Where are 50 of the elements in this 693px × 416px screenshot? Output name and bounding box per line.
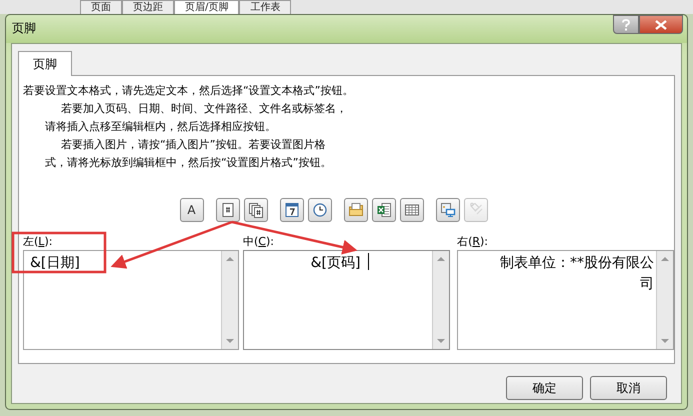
folder-icon [348, 202, 364, 218]
field-label: 中(C): [242, 234, 275, 250]
background-tab[interactable]: 页眉/页脚 [174, 0, 240, 14]
help-icon [621, 18, 631, 30]
scroll-down-icon[interactable] [661, 339, 670, 343]
scroll-up-icon[interactable] [437, 257, 446, 261]
help-button[interactable] [613, 15, 639, 34]
instruction-text: 式，请将光标放到编辑框中，然后按“设置图片格式”按钮。 [44, 155, 332, 171]
spreadsheet-file-icon [376, 202, 392, 218]
instruction-text: 若要插入图片，请按“插入图片”按钮。若要设置图片格 [60, 137, 326, 153]
text-area[interactable]: &[页码] [242, 250, 450, 350]
sheet-name-button[interactable] [400, 198, 424, 222]
cancel-button[interactable]: 取消 [590, 376, 667, 400]
scroll-down-icon[interactable] [226, 339, 234, 343]
text-area[interactable]: 制表单位：**股份有限公司 [457, 250, 674, 350]
close-icon [655, 20, 667, 30]
scroll-up-icon[interactable] [226, 257, 234, 261]
scroll-down-icon[interactable] [437, 339, 446, 343]
text-cursor [368, 253, 370, 270]
calendar-icon [284, 202, 300, 218]
tab[interactable]: 页脚 [18, 51, 72, 76]
field-label: 右(R): [457, 234, 490, 250]
instruction-text: 若要设置文本格式，请先选定文本，然后选择“设置文本格式”按钮。 [23, 83, 354, 99]
time-button[interactable] [308, 198, 332, 222]
pages-icon [248, 202, 264, 218]
instruction-text: 若要加入页码、日期、时间、文件路径、文件名或标签名， [60, 101, 348, 117]
background-tab[interactable]: 页面 [80, 0, 122, 14]
table-icon [404, 202, 420, 218]
window-title: 页脚 [12, 20, 36, 37]
clock-icon [312, 202, 328, 218]
page-number-icon [220, 202, 236, 218]
format-text-button[interactable]: A [180, 198, 204, 222]
scroll-up-icon[interactable] [661, 257, 670, 261]
page-count-button[interactable] [244, 198, 268, 222]
ok-button[interactable]: 确定 [506, 376, 583, 400]
field-label: 左(L): [23, 234, 54, 250]
text-area[interactable]: &[日期] [23, 250, 239, 350]
scrollbar[interactable] [220, 251, 238, 349]
file-name-button[interactable] [372, 198, 396, 222]
background-tab[interactable]: 工作表 [239, 0, 292, 14]
date-button[interactable] [280, 198, 304, 222]
picture-button[interactable] [436, 198, 460, 222]
file-path-button[interactable] [344, 198, 368, 222]
page-number-button[interactable] [216, 198, 240, 222]
background-tab[interactable]: 页边距 [122, 0, 174, 14]
scrollbar[interactable] [656, 251, 674, 349]
scrollbar[interactable] [432, 251, 450, 349]
picture-icon [440, 202, 456, 218]
close-button[interactable] [639, 15, 683, 34]
instruction-text: 请将插入点移至编辑框内，然后选择相应按钮。 [44, 119, 277, 135]
